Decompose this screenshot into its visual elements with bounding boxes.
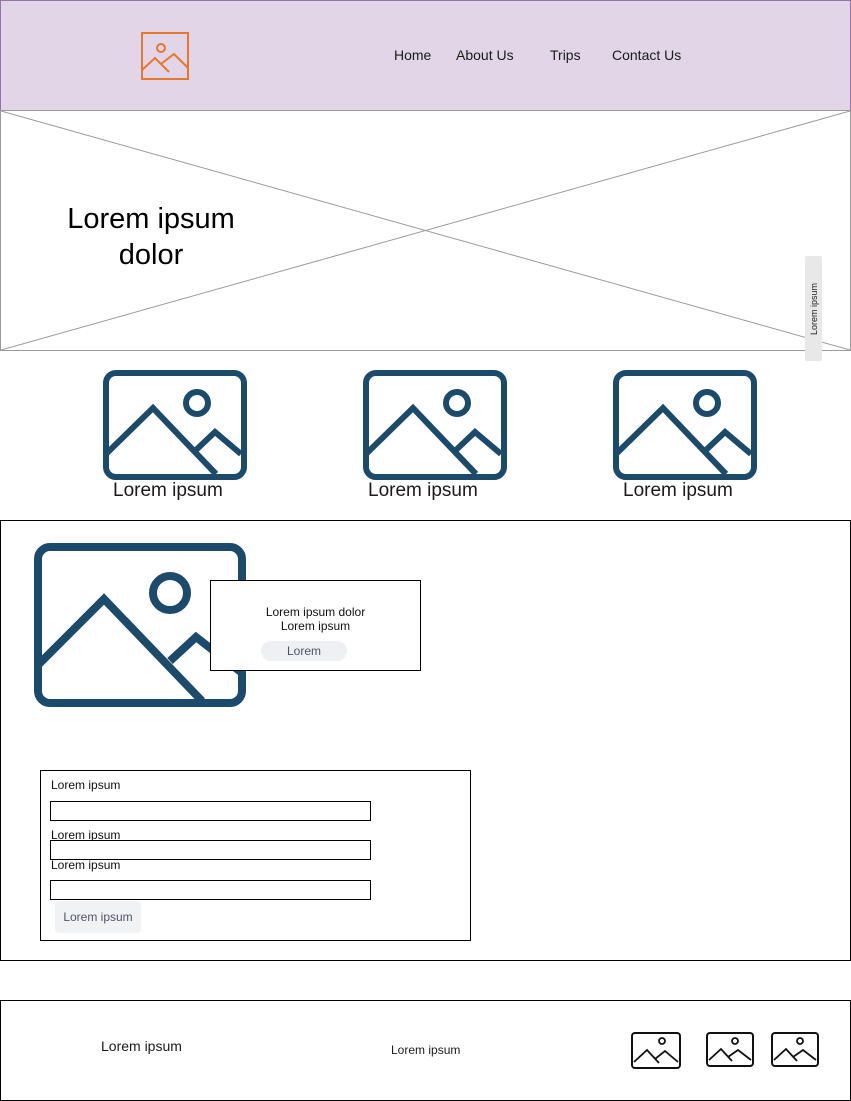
card-text: Lorem ipsum dolor Lorem ipsum [211,605,420,633]
feature-label: Lorem ipsum [368,480,478,501]
footer-text-center: Lorem ipsum [391,1043,461,1057]
hero-title-line1: Lorem ipsum [67,203,235,235]
form-text-input[interactable] [50,880,371,900]
hero-title-line2: dolor [118,239,184,271]
nav-contact-link[interactable]: Contact Us [612,47,681,63]
contact-form: Lorem ipsum Lorem ipsum Lorem ipsum Lore… [40,770,471,941]
side-tab-label: Lorem ipsum [808,282,819,335]
footer-image-icon[interactable] [631,1032,681,1070]
nav-trips-link[interactable]: Trips [550,47,581,63]
card-line2: Lorem ipsum [280,619,351,633]
hero-image-placeholder: Lorem ipsum dolor [0,110,851,351]
hero-title: Lorem ipsum dolor [51,201,251,273]
footer-text-left: Lorem ipsum [101,1038,182,1054]
feature-image-icon [613,370,757,480]
nav-about-link[interactable]: About Us [456,47,514,63]
form-text-input[interactable] [50,801,371,821]
feature-image-icon [363,370,507,480]
form-submit-button[interactable]: Lorem ipsum [55,901,141,933]
footer-image-icon[interactable] [706,1032,754,1068]
card-button[interactable]: Lorem [261,641,347,661]
card-line1: Lorem ipsum dolor [265,605,366,619]
side-tab[interactable]: Lorem ipsum [805,256,822,361]
site-header: Home About Us Trips Contact Us [0,0,851,111]
form-field-label: Lorem ipsum [51,778,121,792]
logo-image-icon[interactable] [141,32,189,80]
feature-image-icon [103,370,247,480]
feature-label: Lorem ipsum [623,480,733,501]
nav-home-link[interactable]: Home [394,47,431,63]
feature-label: Lorem ipsum [113,480,223,501]
info-card: Lorem ipsum dolor Lorem ipsum Lorem [210,580,421,671]
footer-image-icon[interactable] [771,1032,819,1068]
form-field-label: Lorem ipsum [51,858,121,872]
form-text-input[interactable] [50,840,371,860]
